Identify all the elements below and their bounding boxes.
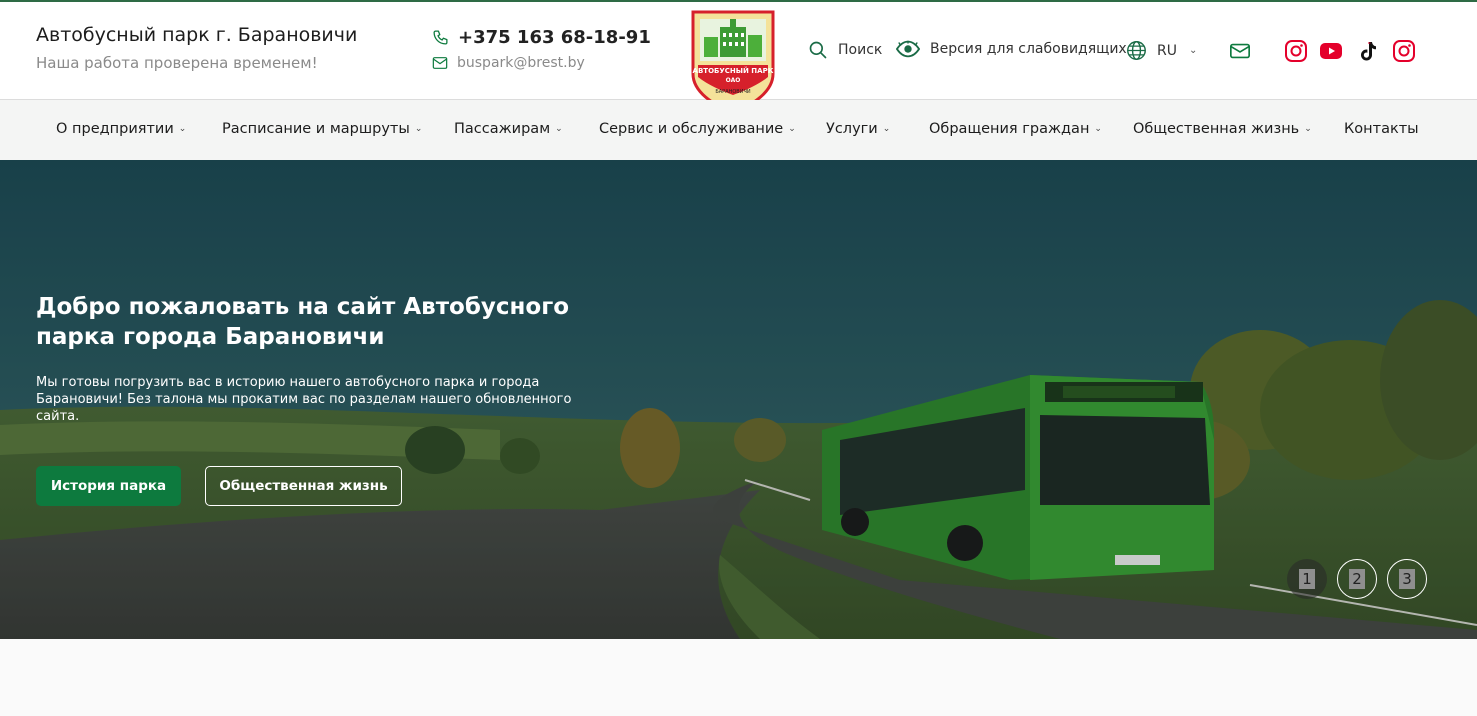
page-content-area	[0, 639, 1477, 716]
slide-number: 3	[1399, 569, 1415, 589]
phone-link[interactable]: +375 163 68-18-91	[432, 27, 651, 48]
slide-dot-2[interactable]: 2	[1337, 559, 1377, 599]
instagram-icon[interactable]	[1392, 39, 1416, 63]
phone-icon	[433, 30, 448, 45]
hero-description: Мы готовы погрузить вас в историю нашего…	[36, 375, 572, 424]
history-button[interactable]: История парка	[36, 466, 181, 506]
search-button[interactable]: Поиск	[808, 40, 882, 60]
nav-item-social-life[interactable]: Общественная жизнь ⌄	[1133, 121, 1312, 137]
slide-dot-3[interactable]: 3	[1387, 559, 1427, 599]
main-navigation: О предприятии ⌄ Расписание и маршруты ⌄ Па…	[0, 100, 1477, 160]
hero-title: Добро пожаловать на сайт Автобусного пар…	[36, 294, 570, 350]
nav-label: Контакты	[1344, 121, 1419, 137]
chevron-down-icon: ⌄	[555, 124, 563, 134]
youtube-icon[interactable]	[1319, 39, 1343, 63]
logo-sub-city: БАРАНОВИЧИ	[715, 89, 751, 95]
nav-label: Услуги	[826, 121, 878, 137]
accessibility-label: Версия для слабовидящих	[930, 41, 1127, 57]
chevron-down-icon: ⌄	[1094, 124, 1102, 134]
nav-label: Обращения граждан	[929, 121, 1090, 137]
logo-text: АВТОБУСНЫЙ ПАРК	[693, 66, 774, 75]
tiktok-icon[interactable]	[1356, 39, 1380, 63]
nav-item-services[interactable]: Услуги ⌄	[826, 121, 890, 137]
nav-item-schedule[interactable]: Расписание и маршруты ⌄	[222, 121, 422, 137]
chevron-down-icon: ⌄	[1188, 45, 1198, 56]
nav-item-service[interactable]: Сервис и обслуживание ⌄	[599, 121, 796, 137]
nav-item-contacts[interactable]: Контакты	[1344, 121, 1419, 137]
globe-icon	[1127, 41, 1146, 60]
chevron-down-icon: ⌄	[788, 124, 796, 134]
nav-label: Расписание и маршруты	[222, 121, 410, 137]
site-title[interactable]: Автобусный парк г. Барановичи	[36, 24, 357, 46]
language-label: RU	[1157, 42, 1177, 59]
email-link[interactable]: buspark@brest.by	[432, 55, 585, 71]
nav-label: Общественная жизнь	[1133, 121, 1300, 137]
search-label: Поиск	[838, 42, 883, 58]
chevron-down-icon: ⌄	[178, 124, 187, 134]
mail-icon[interactable]	[1229, 40, 1251, 62]
nav-label: Сервис и обслуживание	[599, 121, 784, 137]
nav-item-passengers[interactable]: Пассажирам ⌄	[454, 121, 563, 137]
search-icon	[809, 41, 827, 59]
slide-number: 2	[1349, 569, 1365, 589]
social-life-button[interactable]: Общественная жизнь	[205, 466, 402, 506]
slide-number: 1	[1299, 569, 1315, 589]
site-header: Автобусный парк г. Барановичи Наша работ…	[0, 2, 1477, 116]
nav-item-appeals[interactable]: Обращения граждан ⌄	[929, 121, 1102, 137]
site-subtitle: Наша работа проверена временем!	[36, 54, 318, 72]
chevron-down-icon: ⌄	[414, 124, 423, 134]
phone-number: +375 163 68-18-91	[458, 27, 651, 48]
nav-item-about[interactable]: О предприятии ⌄	[56, 121, 186, 137]
nav-label: Пассажирам	[454, 121, 551, 137]
logo-sub-ooo: ОАО	[726, 77, 741, 84]
slide-dot-1[interactable]: 1	[1287, 559, 1327, 599]
nav-label: О предприятии	[56, 121, 174, 137]
mail-icon	[432, 57, 448, 69]
eye-icon	[896, 40, 920, 58]
email-address: buspark@brest.by	[457, 55, 585, 71]
hero-slider: Добро пожаловать на сайт Автобусного пар…	[0, 160, 1477, 639]
instagram-icon[interactable]	[1284, 39, 1308, 63]
chevron-down-icon: ⌄	[1304, 124, 1312, 134]
accessibility-button[interactable]: Версия для слабовидящих	[896, 40, 1127, 58]
chevron-down-icon: ⌄	[882, 124, 891, 134]
language-switcher[interactable]: RU ⌄	[1126, 40, 1197, 61]
